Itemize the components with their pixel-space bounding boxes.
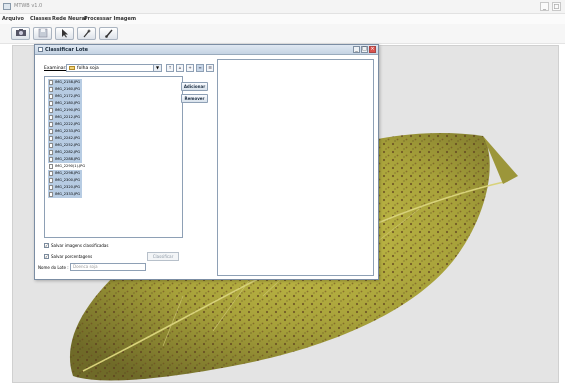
home-icon[interactable]: ⌂: [176, 64, 184, 72]
file-icon: [49, 157, 53, 162]
file-icon: [49, 94, 53, 99]
menu-arquivo[interactable]: Arquivo: [2, 16, 24, 22]
classify-button[interactable]: Classificar: [147, 252, 179, 261]
list-item[interactable]: IMG_2172.JPG: [48, 93, 83, 100]
save-icon[interactable]: [33, 27, 52, 40]
look-in-label: Examinar:: [44, 66, 67, 71]
save-images-checkbox[interactable]: ✓: [44, 243, 49, 248]
list-item[interactable]: IMG_2320.JPG: [48, 184, 83, 191]
file-icon: [49, 178, 53, 183]
toolbar: [0, 24, 565, 44]
camera-icon[interactable]: [11, 27, 30, 40]
dialog-maximize-button[interactable]: □: [361, 46, 368, 53]
new-folder-icon[interactable]: +: [186, 64, 194, 72]
lot-name-input[interactable]: Doenca soja: [70, 263, 146, 271]
list-item[interactable]: IMG_2222.JPG: [48, 121, 83, 128]
app-icon: [3, 3, 11, 10]
save-images-label: Salvar imagens classificadas: [51, 243, 109, 248]
dialog-titlebar[interactable]: Classificar Lote _ □ ×: [35, 45, 378, 55]
look-in-combobox[interactable]: folha soja ▼: [66, 64, 162, 72]
file-icon: [49, 150, 53, 155]
minimize-button[interactable]: _: [540, 2, 549, 11]
dialog-close-button[interactable]: ×: [369, 46, 376, 53]
file-icon: [49, 136, 53, 141]
brush-icon[interactable]: [99, 27, 118, 40]
menubar: Arquivo Classes Rede Neural Processar Im…: [0, 14, 565, 24]
file-icon: [49, 192, 53, 197]
list-item[interactable]: IMG_2298.JPG: [48, 170, 83, 177]
window-title: MTWB v1.0: [14, 3, 43, 9]
file-list[interactable]: IMG_2158.JPG IMG_2160.JPG IMG_2172.JPG I…: [44, 76, 183, 238]
list-item[interactable]: IMG_2252.JPG: [48, 142, 83, 149]
details-view-icon[interactable]: ☰: [206, 64, 214, 72]
pointer-icon[interactable]: [55, 27, 74, 40]
file-icon: [49, 87, 53, 92]
file-icon: [49, 171, 53, 176]
list-item[interactable]: IMG_2288.JPG: [48, 156, 83, 163]
list-item[interactable]: IMG_2300.JPG: [48, 177, 83, 184]
file-icon: [49, 185, 53, 190]
chevron-down-icon[interactable]: ▼: [153, 65, 161, 71]
remove-button[interactable]: Remover: [181, 94, 208, 103]
file-icon: [49, 122, 53, 127]
file-icon: [49, 101, 53, 106]
classify-batch-dialog: Classificar Lote _ □ × Examinar: folha s…: [34, 44, 379, 280]
dialog-title: Classificar Lote: [45, 47, 89, 53]
menu-processar-imagem[interactable]: Processar Imagem: [84, 16, 136, 22]
window-titlebar: MTWB v1.0 _ □: [0, 0, 565, 14]
file-icon: [49, 164, 53, 169]
dialog-app-icon: [38, 47, 43, 52]
up-folder-icon[interactable]: ↑: [166, 64, 174, 72]
lot-name-label: Nome do Lote :: [38, 265, 69, 270]
list-item[interactable]: IMG_2190.JPG: [48, 107, 83, 114]
wand-icon[interactable]: [77, 27, 96, 40]
menu-rede-neural[interactable]: Rede Neural: [52, 16, 87, 22]
add-button[interactable]: Adicionar: [181, 82, 208, 91]
file-icon: [49, 80, 53, 85]
list-item[interactable]: IMG_2212.JPG: [48, 114, 83, 121]
maximize-button[interactable]: □: [552, 2, 561, 11]
preview-panel: [217, 59, 374, 276]
save-percent-checkbox[interactable]: ✓: [44, 254, 49, 259]
look-in-value: folha soja: [77, 66, 99, 71]
file-icon: [49, 129, 53, 134]
list-view-icon[interactable]: ≡: [196, 64, 204, 72]
file-icon: [49, 143, 53, 148]
menu-classes[interactable]: Classes: [30, 16, 51, 22]
list-item[interactable]: IMG_2282.JPG: [48, 149, 83, 156]
list-item[interactable]: IMG_2158.JPG: [48, 79, 83, 86]
list-item[interactable]: IMG_2180.JPG: [48, 100, 83, 107]
save-percent-label: Salvar porcentagens: [51, 254, 93, 259]
list-item[interactable]: IMG_2160.JPG: [48, 86, 83, 93]
folder-icon: [69, 66, 75, 70]
dialog-minimize-button[interactable]: _: [353, 46, 360, 53]
file-icon: [49, 108, 53, 113]
list-item[interactable]: IMG_2242.JPG: [48, 135, 83, 142]
list-item[interactable]: IMG_2290(1).JPG: [48, 163, 87, 170]
list-item[interactable]: IMG_2333.JPG: [48, 191, 83, 198]
file-icon: [49, 115, 53, 120]
list-item[interactable]: IMG_2233.JPG: [48, 128, 83, 135]
